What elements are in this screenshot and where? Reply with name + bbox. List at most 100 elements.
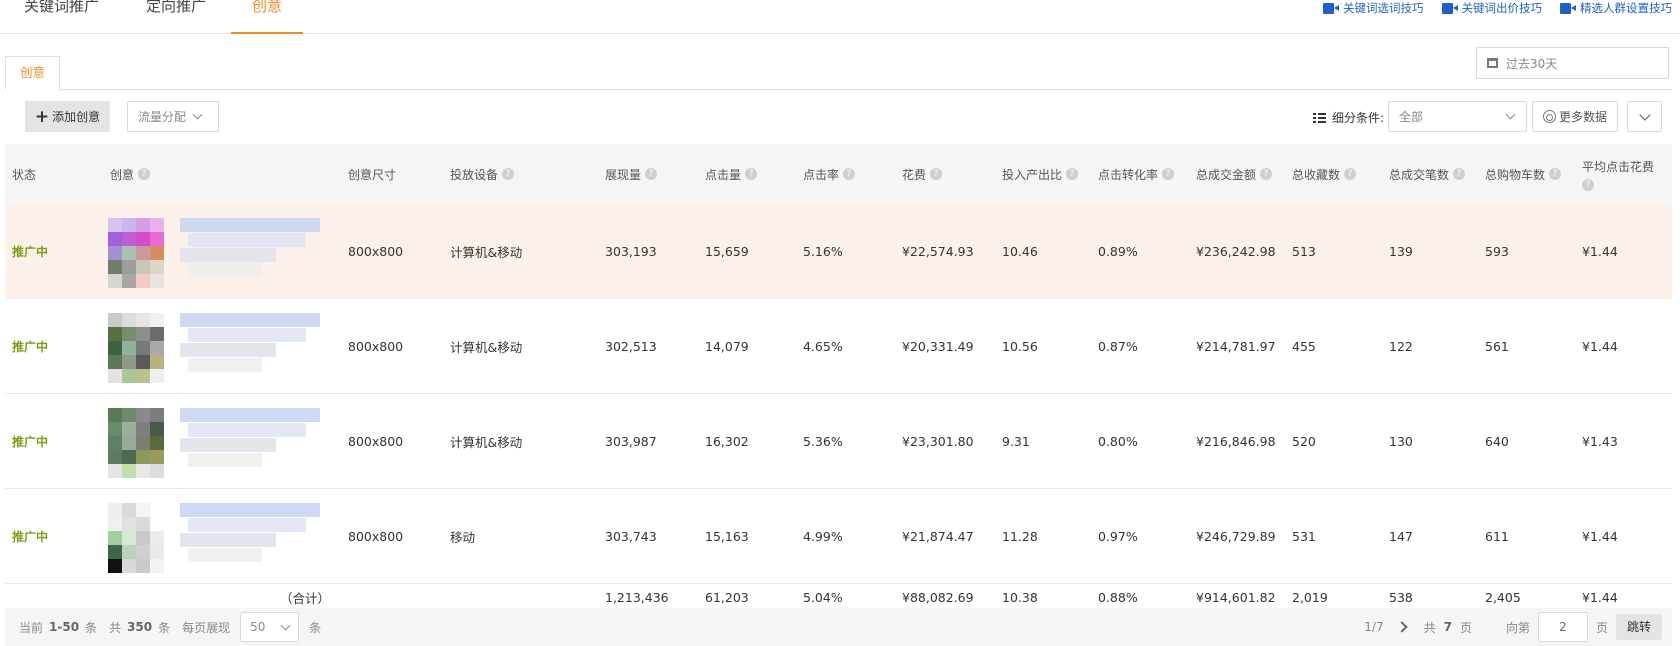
cell-cost: ¥23,301.80 xyxy=(902,434,974,449)
pagination-controls: 1/7 共7页 向第 2 页 跳转 xyxy=(1364,608,1662,646)
cell-cost: ¥21,874.47 xyxy=(902,529,974,544)
help-link-keyword-selection[interactable]: 关键词选词技巧 xyxy=(1323,0,1424,16)
date-range-label: 过去30天 xyxy=(1506,56,1558,71)
cell-gmv: ¥246,729.89 xyxy=(1196,529,1276,544)
cell-orders: 130 xyxy=(1389,434,1413,449)
cell-cpc: ¥1.44 xyxy=(1582,529,1618,544)
plus-icon: + xyxy=(34,106,50,127)
col-clicks[interactable]: 点击量? xyxy=(705,144,758,204)
help-links: 关键词选词技巧 关键词出价技巧 精选人群设置技巧 xyxy=(1323,0,1672,16)
creative-thumbnail[interactable] xyxy=(100,489,330,584)
cell-cost: ¥22,574.93 xyxy=(902,244,974,259)
help-icon: ? xyxy=(843,168,856,180)
help-icon: ? xyxy=(745,168,758,180)
cell-favorites: 455 xyxy=(1292,339,1316,354)
cell-clicks: 14,079 xyxy=(705,339,749,354)
help-icon: ? xyxy=(1066,168,1079,180)
cell-ctr: 5.16% xyxy=(803,244,843,259)
more-data-button[interactable]: 更多数据 xyxy=(1532,101,1618,132)
table-row[interactable]: 推广中 800x800 计算机&移动 303,193 15,659 5.16% ¥22,57… xyxy=(5,204,1672,299)
status-label: 推广中 xyxy=(12,530,49,544)
col-status: 状态 xyxy=(12,167,37,182)
creative-thumbnail[interactable] xyxy=(100,299,330,394)
pagination-bar: 当前 1-50 条 共 350 条 每页展现 50 条 1/7 共7页 向第 2 页 跳… xyxy=(5,608,1672,646)
col-cpc[interactable]: 平均点击花费? xyxy=(1582,144,1654,204)
tab-targeted-promotion[interactable]: 定向推广 xyxy=(146,0,206,34)
cell-clicks: 15,163 xyxy=(705,529,749,544)
help-link-audience-setting[interactable]: 精选人群设置技巧 xyxy=(1560,0,1672,16)
cell-impressions: 302,513 xyxy=(605,339,657,354)
cell-size: 800x800 xyxy=(348,434,404,449)
cell-gmv: ¥214,781.97 xyxy=(1196,339,1276,354)
segment-filter-select[interactable]: 全部 xyxy=(1388,101,1527,132)
date-range-picker[interactable]: 过去30天 xyxy=(1476,47,1669,79)
cell-roi: 9.31 xyxy=(1002,434,1030,449)
creative-thumbnail[interactable] xyxy=(100,204,330,299)
cell-orders: 139 xyxy=(1389,244,1413,259)
top-tab-bar: 关键词推广 定向推广 创意 关键词选词技巧 关键词出价技巧 精选人群设置技巧 xyxy=(0,0,1680,34)
total-cpc: ¥1.44 xyxy=(1582,589,1618,605)
status-label: 推广中 xyxy=(12,340,49,354)
col-creative[interactable]: 创意? xyxy=(110,144,151,204)
total-ctr: 5.04% xyxy=(803,589,843,605)
cell-favorites: 513 xyxy=(1292,244,1316,259)
col-gmv[interactable]: 总成交金额? xyxy=(1196,144,1273,204)
col-impressions[interactable]: 展现量? xyxy=(605,144,658,204)
cell-impressions: 303,987 xyxy=(605,434,657,449)
jump-button[interactable]: 跳转 xyxy=(1616,614,1662,640)
total-gmv: ¥914,601.82 xyxy=(1196,589,1276,605)
col-device[interactable]: 投放设备? xyxy=(450,144,515,204)
help-icon: ? xyxy=(502,168,515,180)
help-icon: ? xyxy=(1260,168,1273,180)
traffic-allocation-dropdown[interactable]: 流量分配 xyxy=(127,101,219,132)
table-row[interactable]: 推广中 800x800 移动 303,743 15,163 4.99% ¥21,874.47… xyxy=(5,489,1672,584)
goto-page-input[interactable]: 2 xyxy=(1537,612,1588,642)
col-ctr[interactable]: 点击率? xyxy=(803,144,856,204)
cell-cpc: ¥1.44 xyxy=(1582,339,1618,354)
video-icon xyxy=(1323,2,1339,14)
col-carts[interactable]: 总购物车数? xyxy=(1485,144,1562,204)
add-creative-button[interactable]: + 添加创意 xyxy=(25,101,110,132)
tab-creative[interactable]: 创意 xyxy=(231,0,303,34)
status-label: 推广中 xyxy=(12,435,49,449)
total-cvr: 0.88% xyxy=(1098,589,1138,605)
cell-size: 800x800 xyxy=(348,339,404,354)
cell-size: 800x800 xyxy=(348,244,404,259)
divider xyxy=(5,89,1672,90)
video-icon xyxy=(1441,2,1458,14)
cell-device: 计算机&移动 xyxy=(450,340,523,355)
creative-thumbnail[interactable] xyxy=(100,394,330,489)
table-row[interactable]: 推广中 800x800 计算机&移动 302,513 14,079 4.65% ¥20,33… xyxy=(5,299,1672,394)
per-page-select[interactable]: 50 xyxy=(240,612,300,642)
total-favorites: 2,019 xyxy=(1292,589,1328,605)
cell-gmv: ¥216,846.98 xyxy=(1196,434,1276,449)
col-favorites[interactable]: 总收藏数? xyxy=(1292,144,1357,204)
cell-device: 移动 xyxy=(450,530,476,545)
cell-cvr: 0.89% xyxy=(1098,244,1138,259)
cell-carts: 640 xyxy=(1485,434,1509,449)
col-orders[interactable]: 总成交笔数? xyxy=(1389,144,1466,204)
help-link-keyword-bidding[interactable]: 关键词出价技巧 xyxy=(1441,0,1542,16)
cell-clicks: 16,302 xyxy=(705,434,749,449)
total-label: （合计） xyxy=(280,590,331,606)
cell-carts: 593 xyxy=(1485,244,1509,259)
col-cvr[interactable]: 点击转化率? xyxy=(1098,144,1175,204)
col-roi[interactable]: 投入产出比? xyxy=(1002,144,1079,204)
cell-cost: ¥20,331.49 xyxy=(902,339,974,354)
total-carts: 2,405 xyxy=(1485,589,1521,605)
help-icon: ? xyxy=(1549,168,1562,180)
help-icon: ? xyxy=(1453,168,1466,180)
table-row[interactable]: 推广中 800x800 计算机&移动 303,987 16,302 5.36% ¥23,30… xyxy=(5,394,1672,489)
total-impressions: 1,213,436 xyxy=(605,589,669,605)
cell-cvr: 0.87% xyxy=(1098,339,1138,354)
cell-favorites: 531 xyxy=(1292,529,1316,544)
cell-device: 计算机&移动 xyxy=(450,435,523,450)
tab-keyword-promotion[interactable]: 关键词推广 xyxy=(24,0,99,34)
segment-filter-label: 细分条件: xyxy=(1313,109,1384,126)
cell-ctr: 5.36% xyxy=(803,434,843,449)
sub-tab-creative[interactable]: 创意 xyxy=(5,56,60,90)
help-icon: ? xyxy=(930,168,943,180)
next-page-icon[interactable] xyxy=(1395,621,1408,633)
col-cost[interactable]: 花费? xyxy=(902,144,943,204)
expand-toggle-button[interactable] xyxy=(1627,101,1662,132)
